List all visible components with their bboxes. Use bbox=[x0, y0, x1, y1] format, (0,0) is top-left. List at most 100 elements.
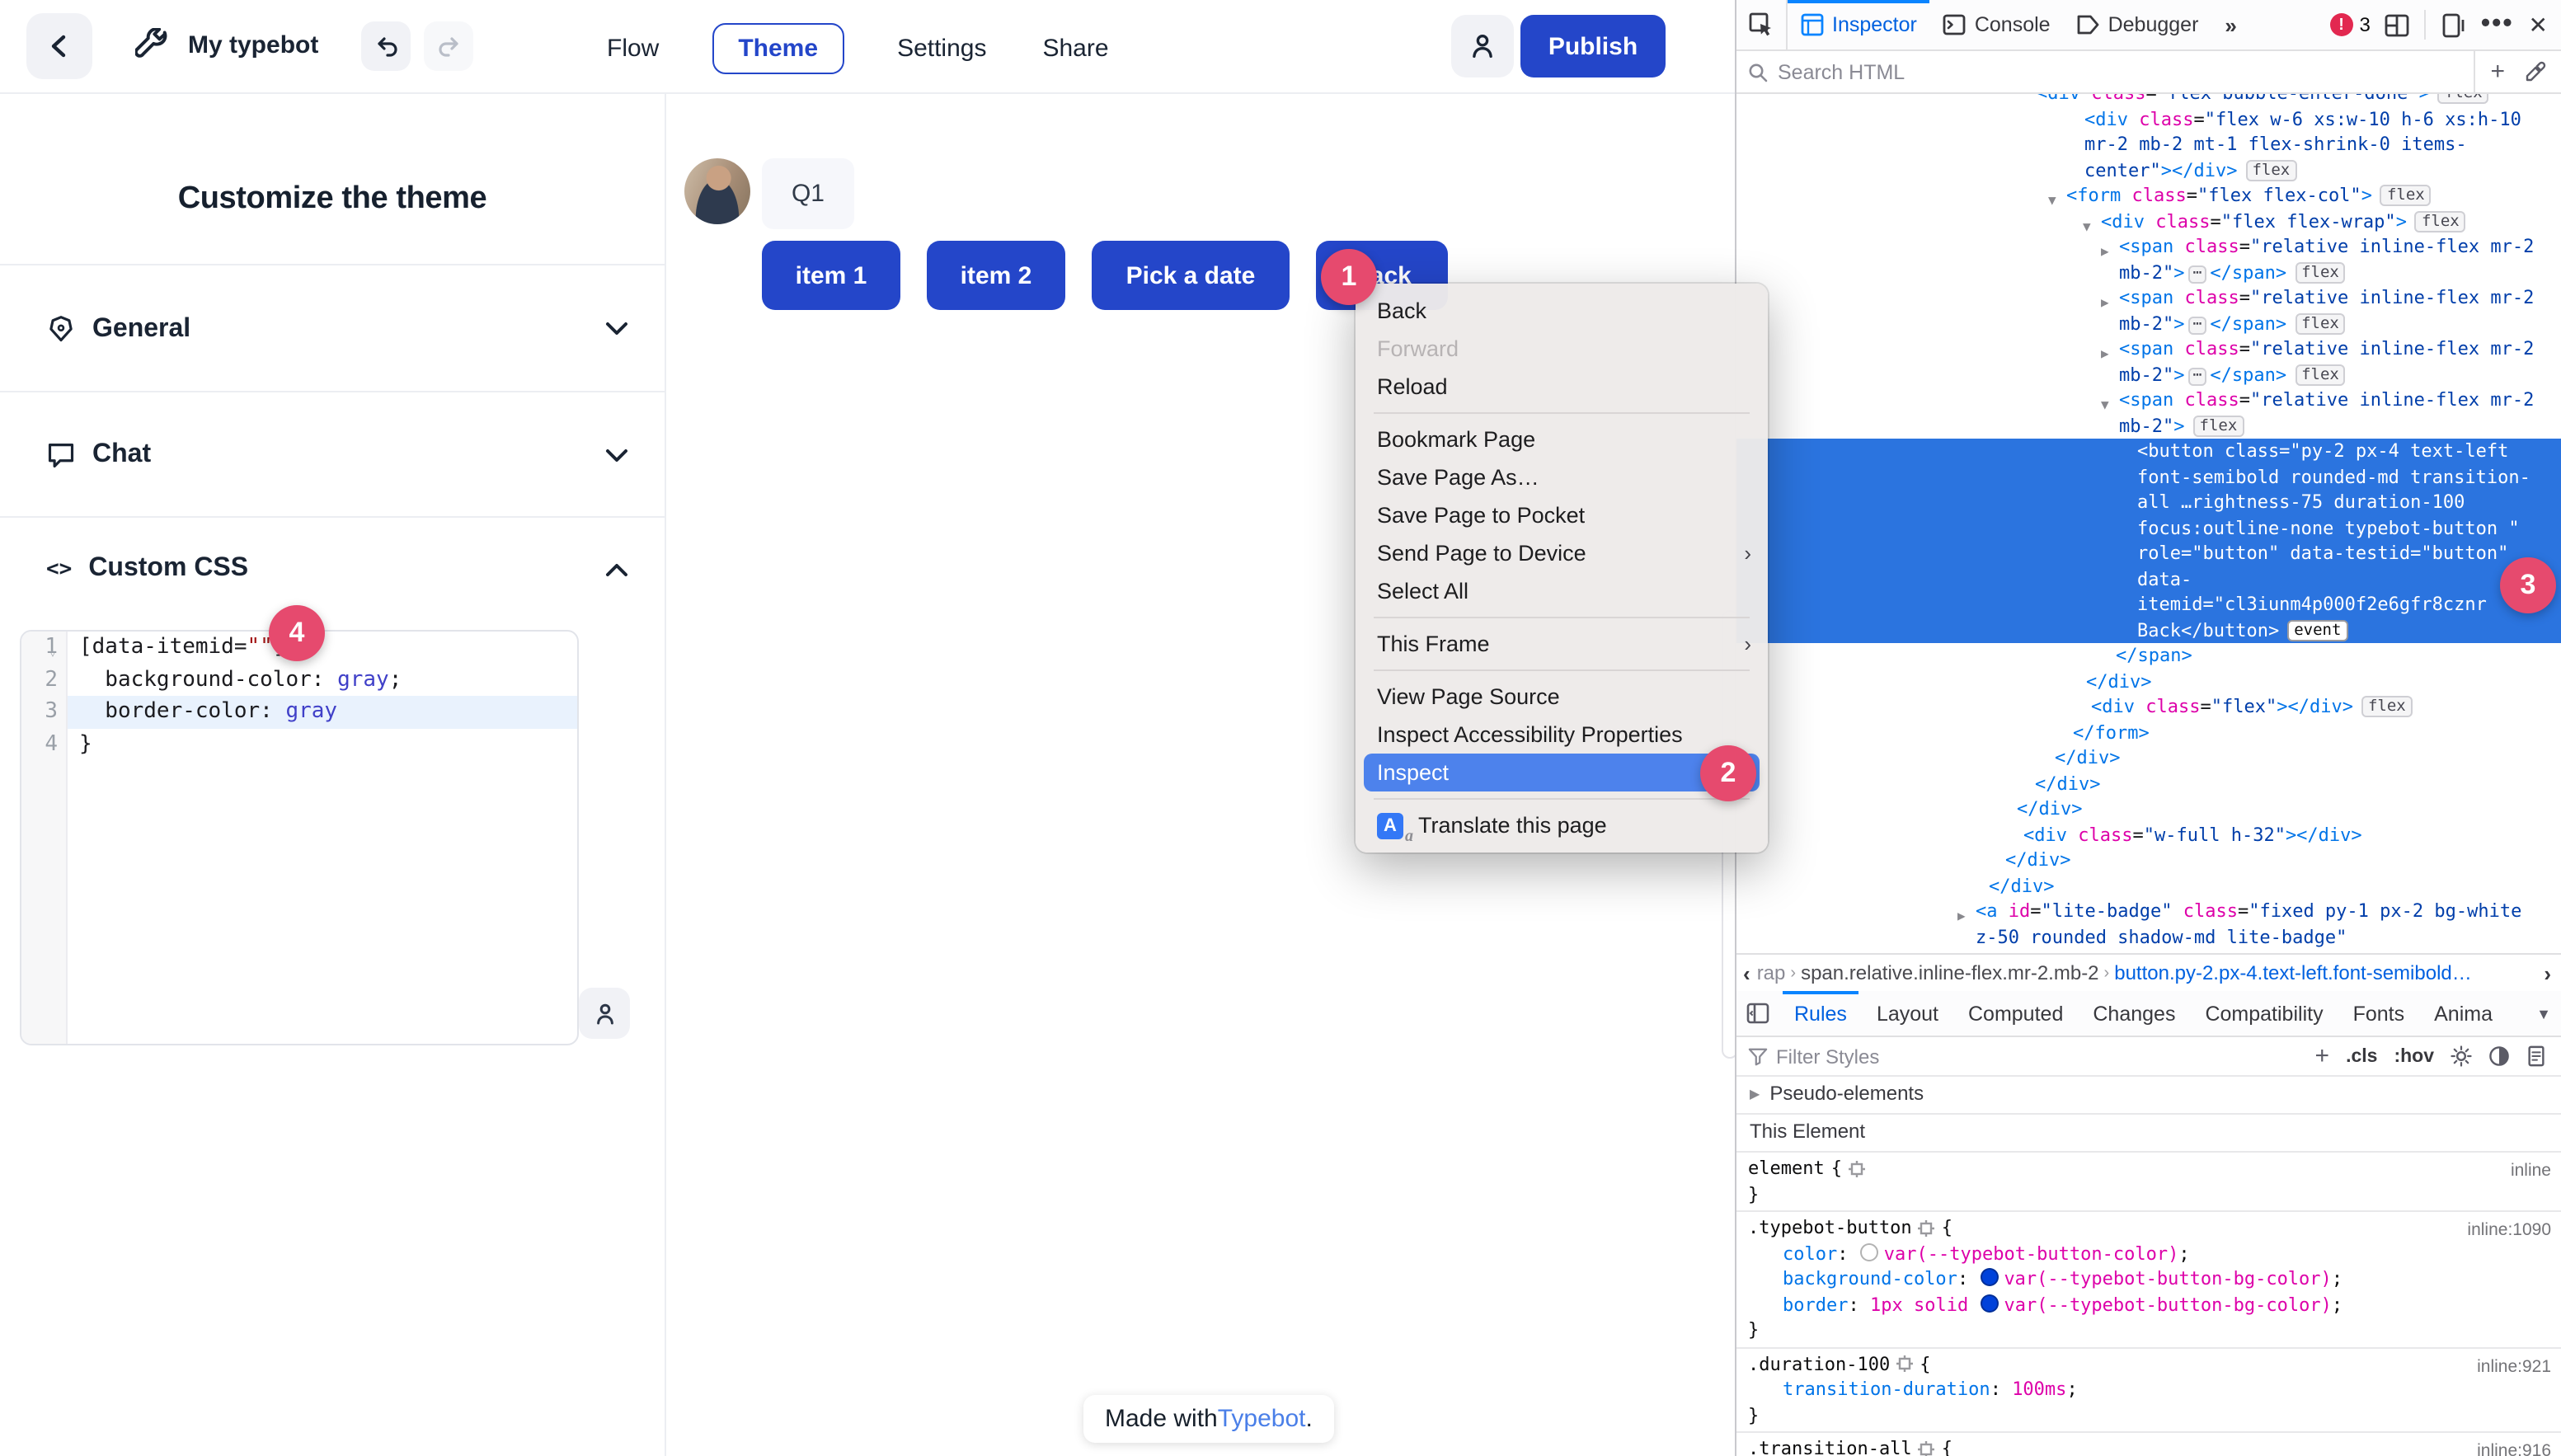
tree-node[interactable]: <div class="w-full h-32"></div> bbox=[1736, 822, 2561, 848]
css-declaration[interactable]: color: var(--typebot-button-color); bbox=[1736, 1241, 2561, 1266]
tab-theme[interactable]: Theme bbox=[712, 22, 844, 73]
menu-item-bookmark-page[interactable]: Bookmark Page bbox=[1356, 420, 1768, 458]
tree-node[interactable]: </div> bbox=[1736, 796, 2561, 822]
collapse-arrow-icon[interactable]: ▶ bbox=[2101, 290, 2109, 316]
tree-node[interactable]: <div class="flex"></div>flex bbox=[1736, 694, 2561, 720]
collaborators-button[interactable] bbox=[1451, 15, 1514, 77]
collapse-arrow-icon[interactable]: ▶ bbox=[1957, 904, 1966, 929]
rule-selector[interactable]: element { bbox=[1736, 1156, 2561, 1181]
tree-node[interactable]: ▶<span class="relative inline-flex mr-2m… bbox=[1736, 285, 2561, 336]
tree-node[interactable]: </span> bbox=[1736, 643, 2561, 669]
tree-node[interactable]: ▼<form class="flex flex-col">flex bbox=[1736, 183, 2561, 209]
tree-node[interactable]: </div> bbox=[1736, 745, 2561, 771]
rule-selector[interactable]: .transition-all { bbox=[1736, 1436, 2561, 1456]
breadcrumb-item[interactable]: span.relative.inline-flex.mr-2.mb-2 bbox=[1801, 961, 2098, 984]
preview-user-button[interactable] bbox=[579, 988, 630, 1039]
back-button[interactable] bbox=[26, 13, 92, 79]
editor-code-line[interactable]: border-color: gray bbox=[68, 696, 577, 728]
menu-item-send-page-to-device[interactable]: Send Page to Device› bbox=[1356, 534, 1768, 572]
flex-badge[interactable]: flex bbox=[2380, 185, 2432, 206]
menu-item-forward[interactable]: Forward bbox=[1356, 330, 1768, 368]
flex-badge[interactable]: flex bbox=[2438, 94, 2489, 104]
panel-tab-compatibility[interactable]: Compatibility bbox=[2190, 991, 2338, 1036]
sidebar-section-chat[interactable]: Chat bbox=[0, 391, 665, 518]
print-sim-icon[interactable] bbox=[2526, 1045, 2546, 1067]
tree-node[interactable]: ▶<span class="relative inline-flex mr-2m… bbox=[1736, 336, 2561, 387]
tree-node[interactable]: <div class="flex bubble-enter-done">flex bbox=[1736, 94, 2561, 106]
flex-badge[interactable]: flex bbox=[2295, 261, 2346, 283]
close-devtools-icon[interactable]: ✕ bbox=[2529, 11, 2548, 39]
tree-node[interactable]: ▼<div class="flex flex-wrap">flex bbox=[1736, 209, 2561, 234]
tree-node-selected[interactable]: <button class="py-2 px-4 text-leftfont-s… bbox=[1736, 439, 2561, 643]
flex-badge[interactable]: flex bbox=[2415, 210, 2466, 232]
sidebar-section-general[interactable]: General bbox=[0, 264, 665, 392]
search-html-bar[interactable]: Search HTML + bbox=[1736, 51, 2561, 94]
collapsed-children-pill[interactable]: ⋯ bbox=[2188, 367, 2207, 385]
redo-button[interactable] bbox=[424, 21, 473, 71]
expand-arrow-icon[interactable]: ▼ bbox=[2101, 392, 2109, 418]
panel-tab-layout[interactable]: Layout bbox=[1862, 991, 1953, 1036]
color-swatch[interactable] bbox=[1981, 1268, 1999, 1286]
tree-node[interactable]: </div> bbox=[1736, 848, 2561, 873]
tree-node[interactable]: <div class="flex w-6 xs:w-10 h-6 xs:h-10… bbox=[1736, 106, 2561, 183]
flex-badge[interactable]: flex bbox=[2295, 312, 2346, 334]
breadcrumb-item[interactable]: rap bbox=[1757, 961, 1786, 984]
flex-badge[interactable]: flex bbox=[2295, 364, 2346, 385]
panel-tab-rules[interactable]: Rules bbox=[1779, 991, 1862, 1036]
pseudo-elements-header[interactable]: ▶Pseudo-elements bbox=[1736, 1077, 2561, 1115]
css-declaration[interactable]: transition-duration: 100ms; bbox=[1736, 1377, 2561, 1402]
tree-node[interactable]: ▶<a id="lite-badge" class="fixed py-1 px… bbox=[1736, 899, 2561, 953]
error-badge-icon[interactable]: ! bbox=[2330, 13, 2353, 36]
filter-styles-bar[interactable]: Filter Styles +.cls:hov bbox=[1736, 1037, 2561, 1077]
menu-item-select-all[interactable]: Select All bbox=[1356, 572, 1768, 610]
chat-button-pick-a-date[interactable]: Pick a date bbox=[1092, 241, 1290, 310]
rule-selector[interactable]: .typebot-button { bbox=[1736, 1215, 2561, 1241]
menu-item-back[interactable]: Back bbox=[1356, 292, 1768, 330]
contrast-sim-icon[interactable] bbox=[2488, 1045, 2510, 1067]
panel-tab-anima[interactable]: Anima bbox=[2419, 991, 2507, 1036]
devtools-tab-console[interactable]: Console bbox=[1930, 0, 2064, 49]
collapsed-children-pill[interactable]: ⋯ bbox=[2188, 265, 2207, 283]
menu-item-reload[interactable]: Reload bbox=[1356, 368, 1768, 406]
split-console-icon[interactable] bbox=[2385, 12, 2410, 37]
breadcrumb-item[interactable]: button.py-2.px-4.text-left.font-semibold… bbox=[2114, 961, 2472, 984]
tab-share[interactable]: Share bbox=[1039, 22, 1111, 73]
filter-action-hov[interactable]: :hov bbox=[2394, 1046, 2434, 1066]
tree-node[interactable]: </div> bbox=[1736, 669, 2561, 694]
tree-node[interactable]: ▶<span class="relative inline-flex mr-2m… bbox=[1736, 234, 2561, 285]
tab-settings[interactable]: Settings bbox=[894, 22, 989, 73]
meatball-menu-icon[interactable]: ••• bbox=[2481, 10, 2514, 40]
rule-source-link[interactable]: inline:1090 bbox=[2467, 1219, 2551, 1244]
flex-badge[interactable]: flex bbox=[2193, 415, 2244, 436]
add-node-button[interactable]: + bbox=[2490, 58, 2505, 86]
rule-selector[interactable]: .duration-100 { bbox=[1736, 1351, 2561, 1377]
breadcrumb-scroll-left-icon[interactable]: ‹ bbox=[1736, 960, 1757, 985]
wrench-icon[interactable] bbox=[135, 28, 170, 63]
menu-item-save-page-as[interactable]: Save Page As… bbox=[1356, 458, 1768, 496]
tree-node[interactable]: </div> bbox=[1736, 873, 2561, 899]
made-with-badge[interactable]: Made with Typebot. bbox=[1083, 1395, 1334, 1443]
custom-css-editor[interactable]: 1˅234 [data-itemid=""] { background-colo… bbox=[20, 630, 579, 1045]
event-badge[interactable]: event bbox=[2287, 619, 2347, 641]
typebot-name[interactable]: My typebot bbox=[188, 31, 318, 59]
filter-action-[interactable]: + bbox=[2315, 1042, 2330, 1070]
editor-code-line[interactable]: } bbox=[68, 728, 577, 760]
rule-source-link[interactable]: inline bbox=[2511, 1159, 2551, 1185]
breadcrumb-scroll-right-icon[interactable]: › bbox=[2537, 960, 2558, 985]
made-with-brand-link[interactable]: Typebot bbox=[1218, 1405, 1306, 1433]
collapse-arrow-icon[interactable]: ▶ bbox=[2101, 239, 2109, 265]
eyedropper-icon[interactable] bbox=[2525, 61, 2546, 82]
panel-tab-changes[interactable]: Changes bbox=[2078, 991, 2190, 1036]
tab-flow[interactable]: Flow bbox=[604, 22, 662, 73]
color-swatch[interactable] bbox=[1981, 1294, 1999, 1312]
menu-item-translate-this-page[interactable]: ATranslate this page bbox=[1356, 806, 1768, 844]
panel-tab-computed[interactable]: Computed bbox=[1953, 991, 2078, 1036]
collapsed-children-pill[interactable]: ⋯ bbox=[2188, 316, 2207, 334]
devtools-tab-inspector[interactable]: Inspector bbox=[1788, 0, 1930, 49]
publish-button[interactable]: Publish bbox=[1520, 15, 1666, 77]
flex-badge[interactable]: flex bbox=[2361, 696, 2413, 717]
devtools-tab-debugger[interactable]: Debugger bbox=[2064, 0, 2212, 49]
menu-item-view-page-source[interactable]: View Page Source bbox=[1356, 678, 1768, 716]
sidebar-section-custom-css[interactable]: <>Custom CSS bbox=[0, 516, 665, 620]
menu-item-inspect-accessibility-properties[interactable]: Inspect Accessibility Properties bbox=[1356, 716, 1768, 754]
